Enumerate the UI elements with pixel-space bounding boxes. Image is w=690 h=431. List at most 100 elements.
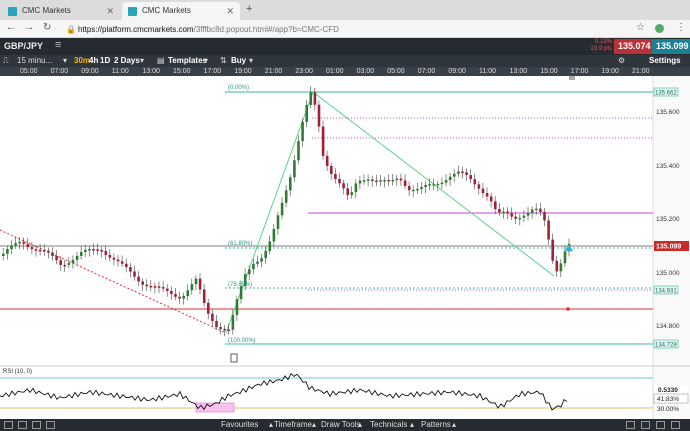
- patterns-menu[interactable]: Patterns: [421, 419, 451, 431]
- candle-body[interactable]: [202, 289, 206, 303]
- candle-body[interactable]: [30, 247, 34, 250]
- candle-body[interactable]: [125, 263, 128, 268]
- candle-body[interactable]: [469, 175, 472, 180]
- chevron-up-icon[interactable]: ▴: [312, 419, 316, 431]
- lock-marker-icon[interactable]: [569, 76, 575, 80]
- candle-body[interactable]: [366, 179, 370, 181]
- trade-marker-icon[interactable]: [230, 353, 238, 363]
- browser-tab-1[interactable]: CMC Markets ✕: [2, 2, 120, 20]
- sell-price-button[interactable]: 135.074: [614, 39, 655, 54]
- gear-icon[interactable]: ⚙: [618, 55, 625, 67]
- candle-body[interactable]: [272, 228, 276, 242]
- candle-body[interactable]: [362, 180, 366, 182]
- candle-body[interactable]: [301, 121, 304, 142]
- candle-body[interactable]: [276, 215, 280, 229]
- candle-body[interactable]: [112, 257, 116, 260]
- red-line-anchor[interactable]: [566, 307, 570, 311]
- candle-body[interactable]: [18, 241, 21, 244]
- candle-body[interactable]: [461, 171, 464, 174]
- dropdown-chevron-icon[interactable]: ▾: [204, 55, 208, 67]
- new-tab-icon[interactable]: +: [246, 3, 252, 15]
- candle-body[interactable]: [391, 179, 395, 182]
- candle-body[interactable]: [186, 290, 190, 297]
- candle-body[interactable]: [219, 327, 222, 329]
- candle-body[interactable]: [284, 190, 288, 203]
- rsi-label[interactable]: RSI (10, 0): [3, 369, 32, 375]
- favourites-menu[interactable]: Favourites: [221, 419, 258, 431]
- candle-body[interactable]: [334, 173, 337, 179]
- candle-body[interactable]: [231, 314, 235, 330]
- interval-4h[interactable]: 4h: [89, 55, 98, 67]
- candle-body[interactable]: [543, 211, 546, 221]
- candle-body[interactable]: [506, 211, 509, 214]
- candle-body[interactable]: [330, 165, 333, 174]
- candle-body[interactable]: [440, 182, 444, 185]
- screenshot-icon[interactable]: [626, 421, 635, 429]
- candle-body[interactable]: [432, 184, 436, 186]
- crosshair-icon[interactable]: [18, 421, 27, 429]
- candle-body[interactable]: [354, 183, 358, 193]
- candle-body[interactable]: [309, 92, 313, 105]
- candle-body[interactable]: [108, 255, 112, 258]
- candle-body[interactable]: [129, 267, 132, 272]
- candle-body[interactable]: [403, 180, 407, 186]
- candle-body[interactable]: [145, 284, 149, 287]
- chevron-up-icon[interactable]: ▴: [358, 419, 362, 431]
- buy-button[interactable]: Buy: [231, 55, 246, 67]
- candle-body[interactable]: [526, 212, 530, 216]
- candle-body[interactable]: [428, 184, 431, 186]
- candle-body[interactable]: [346, 188, 349, 196]
- draw-icon[interactable]: [46, 421, 55, 429]
- interval-1d[interactable]: 1D: [100, 55, 110, 67]
- close-tab-icon[interactable]: ✕: [106, 2, 114, 20]
- rsi-highlight-box[interactable]: [195, 402, 235, 413]
- candle-body[interactable]: [293, 160, 296, 178]
- candle-body[interactable]: [342, 183, 345, 189]
- candle-body[interactable]: [494, 201, 497, 209]
- fullscreen-icon[interactable]: [671, 421, 680, 429]
- candle-body[interactable]: [535, 208, 538, 211]
- candle-body[interactable]: [424, 184, 427, 188]
- chevron-up-icon[interactable]: ▴: [269, 419, 273, 431]
- candle-body[interactable]: [79, 252, 83, 256]
- candle-body[interactable]: [182, 296, 185, 299]
- candle-body[interactable]: [412, 189, 415, 192]
- bookmark-star-icon[interactable]: ☆: [636, 22, 645, 33]
- candle-body[interactable]: [481, 188, 485, 194]
- candle-body[interactable]: [211, 313, 214, 321]
- candle-body[interactable]: [477, 184, 481, 189]
- candle-body[interactable]: [22, 241, 26, 244]
- draw-tools-menu[interactable]: Draw Tools: [321, 419, 360, 431]
- candle-body[interactable]: [63, 264, 67, 267]
- candle-body[interactable]: [416, 188, 419, 191]
- candle-body[interactable]: [465, 172, 468, 176]
- candle-body[interactable]: [104, 250, 108, 256]
- candle-body[interactable]: [268, 241, 272, 251]
- share-icon[interactable]: [641, 421, 650, 429]
- candle-body[interactable]: [6, 248, 9, 254]
- candle-body[interactable]: [43, 249, 46, 252]
- candle-body[interactable]: [358, 180, 362, 184]
- candle-body[interactable]: [539, 208, 542, 212]
- zoom-icon[interactable]: [32, 421, 41, 429]
- candle-body[interactable]: [502, 211, 505, 214]
- url-field[interactable]: 🔒 https://platform.cmcmarkets.com/3fffbc…: [64, 23, 624, 36]
- candle-body[interactable]: [75, 255, 79, 260]
- candle-body[interactable]: [88, 249, 91, 251]
- candle-body[interactable]: [55, 255, 58, 261]
- back-icon[interactable]: ←: [6, 22, 16, 33]
- candle-body[interactable]: [383, 179, 386, 182]
- candle-body[interactable]: [26, 243, 30, 248]
- hamburger-icon[interactable]: ≡: [55, 39, 61, 51]
- candle-body[interactable]: [14, 243, 17, 246]
- candle-body[interactable]: [194, 278, 198, 285]
- candle-body[interactable]: [174, 293, 177, 297]
- candle-body[interactable]: [260, 258, 263, 262]
- candle-body[interactable]: [2, 253, 5, 256]
- menu-dots-icon[interactable]: ⋮: [676, 22, 686, 33]
- candle-body[interactable]: [399, 178, 403, 181]
- profile-avatar[interactable]: [655, 24, 664, 33]
- price-chart[interactable]: (0.00%) (61.80%) (78.60%) (100.00%) 135.…: [0, 76, 690, 419]
- candle-body[interactable]: [92, 249, 95, 251]
- candle-body[interactable]: [153, 286, 157, 288]
